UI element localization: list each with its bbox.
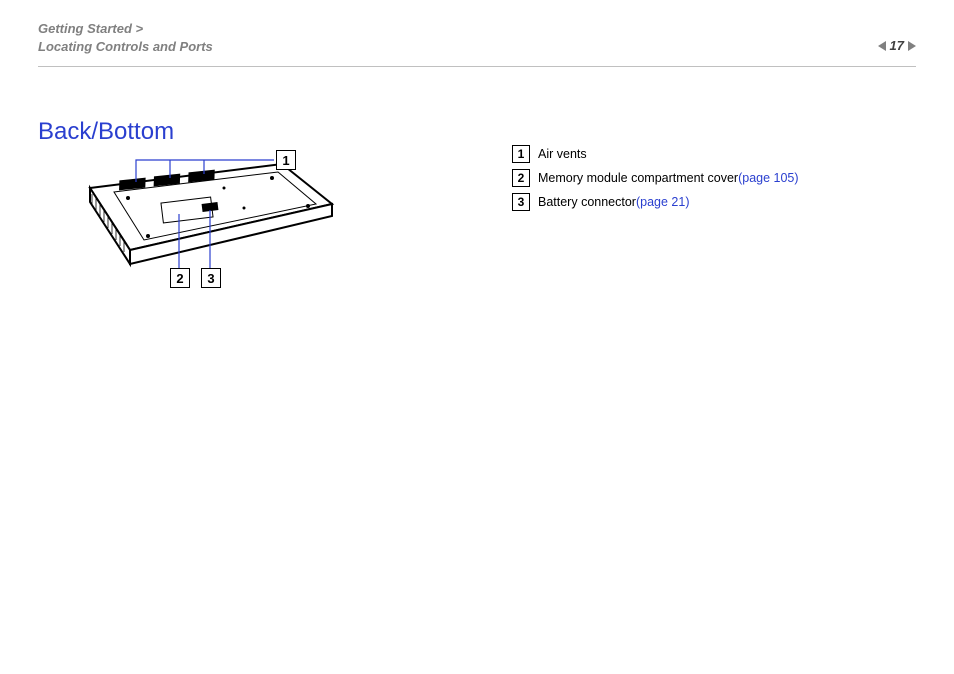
legend: 1 Air vents 2 Memory module compartment …: [512, 145, 799, 217]
breadcrumb-line-2: Locating Controls and Ports: [38, 38, 916, 56]
callout-2: 2: [170, 268, 190, 288]
page-number: 17: [890, 38, 904, 53]
legend-item-2: 2 Memory module compartment cover (page …: [512, 169, 799, 187]
legend-text-3: Battery connector: [538, 195, 636, 209]
next-page-arrow-icon[interactable]: [908, 41, 916, 51]
legend-item-3: 3 Battery connector (page 21): [512, 193, 799, 211]
legend-text-1: Air vents: [538, 147, 587, 161]
legend-link-2[interactable]: (page 105): [738, 171, 798, 185]
legend-item-1: 1 Air vents: [512, 145, 799, 163]
page-navigator: 17: [878, 38, 916, 53]
figure-back-bottom: 1 2 3: [84, 158, 344, 288]
prev-page-arrow-icon[interactable]: [878, 41, 886, 51]
page-header: Getting Started > Locating Controls and …: [38, 20, 916, 67]
legend-num-1: 1: [512, 145, 530, 163]
legend-num-3: 3: [512, 193, 530, 211]
page-title: Back/Bottom: [38, 118, 174, 146]
legend-link-3[interactable]: (page 21): [636, 195, 690, 209]
callout-3: 3: [201, 268, 221, 288]
callout-1: 1: [276, 150, 296, 170]
legend-text-2: Memory module compartment cover: [538, 171, 738, 185]
breadcrumb: Getting Started > Locating Controls and …: [38, 20, 916, 56]
legend-num-2: 2: [512, 169, 530, 187]
breadcrumb-line-1: Getting Started >: [38, 20, 916, 38]
